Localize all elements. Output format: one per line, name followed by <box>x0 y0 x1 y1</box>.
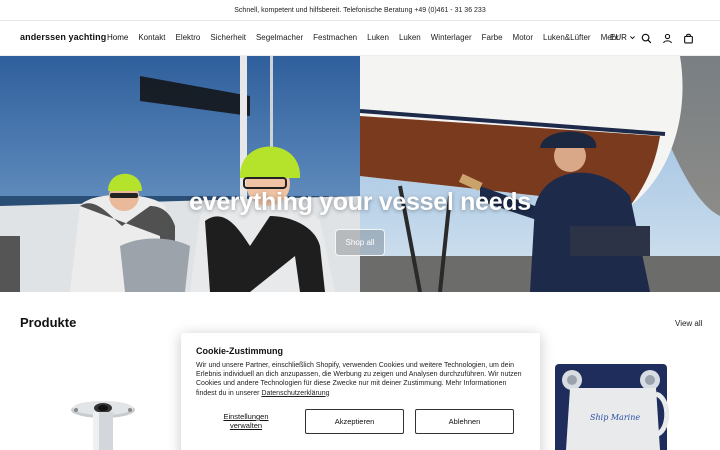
cart-icon[interactable] <box>683 33 694 44</box>
cookie-text: Wir und unsere Partner, einschließlich S… <box>196 362 522 397</box>
site-header: anderssen yachting Home Kontakt Elektro … <box>0 21 720 56</box>
hero-image-hull-painting <box>360 56 720 292</box>
products-heading: Produkte <box>20 315 77 330</box>
manage-settings-link[interactable]: Einstellungen verwalten <box>211 412 281 430</box>
nav-item-sicherheit[interactable]: Sicherheit <box>210 33 246 42</box>
nav-item-luken-luefter[interactable]: Luken&Lüfter <box>543 33 591 42</box>
hero-title: everything your vessel needs <box>189 188 531 216</box>
announcement-text: Schnell, kompetent und hilfsbereit. Tele… <box>234 6 486 14</box>
chevron-down-icon <box>629 36 635 40</box>
product-image-deck-fitting[interactable] <box>68 396 138 450</box>
search-icon[interactable] <box>641 33 652 44</box>
cookie-description: Wir und unsere Partner, einschließlich S… <box>196 361 526 398</box>
account-icon[interactable] <box>662 33 673 44</box>
privacy-policy-link[interactable]: Datenschutzerklärung <box>261 390 329 397</box>
announcement-bar: Schnell, kompetent und hilfsbereit. Tele… <box>0 0 720 21</box>
site-logo[interactable]: anderssen yachting <box>20 32 106 42</box>
currency-label: EUR <box>610 33 627 42</box>
decline-button[interactable]: Ablehnen <box>415 409 514 434</box>
cookie-title: Cookie-Zustimmung <box>196 346 283 356</box>
nav-item-elektro[interactable]: Elektro <box>175 33 200 42</box>
nav-item-festmachen[interactable]: Festmachen <box>313 33 357 42</box>
product-brand-mark: Ship Marine <box>590 413 640 422</box>
view-all-link[interactable]: View all <box>675 319 702 328</box>
product-image-storage-bag[interactable]: Ship Marine <box>552 358 672 450</box>
nav-item-luken[interactable]: Luken <box>367 33 389 42</box>
nav-item-winterlager[interactable]: Winterlager <box>431 33 472 42</box>
hero-image-sailing <box>0 56 360 292</box>
nav-item-luken-2[interactable]: Luken <box>399 33 421 42</box>
shop-all-button[interactable]: Shop all <box>335 229 385 256</box>
nav-item-kontakt[interactable]: Kontakt <box>138 33 165 42</box>
cookie-consent-dialog: Cookie-Zustimmung Wir und unsere Partner… <box>181 333 540 450</box>
accept-button[interactable]: Akzeptieren <box>305 409 404 434</box>
nav-item-farbe[interactable]: Farbe <box>482 33 503 42</box>
hero-banner: everything your vessel needs Shop all <box>0 56 720 292</box>
currency-selector[interactable]: EUR <box>610 33 636 42</box>
main-nav: Home Kontakt Elektro Sicherheit Segelmac… <box>107 33 629 42</box>
nav-item-segelmacher[interactable]: Segelmacher <box>256 33 303 42</box>
nav-item-motor[interactable]: Motor <box>513 33 533 42</box>
nav-item-home[interactable]: Home <box>107 33 128 42</box>
